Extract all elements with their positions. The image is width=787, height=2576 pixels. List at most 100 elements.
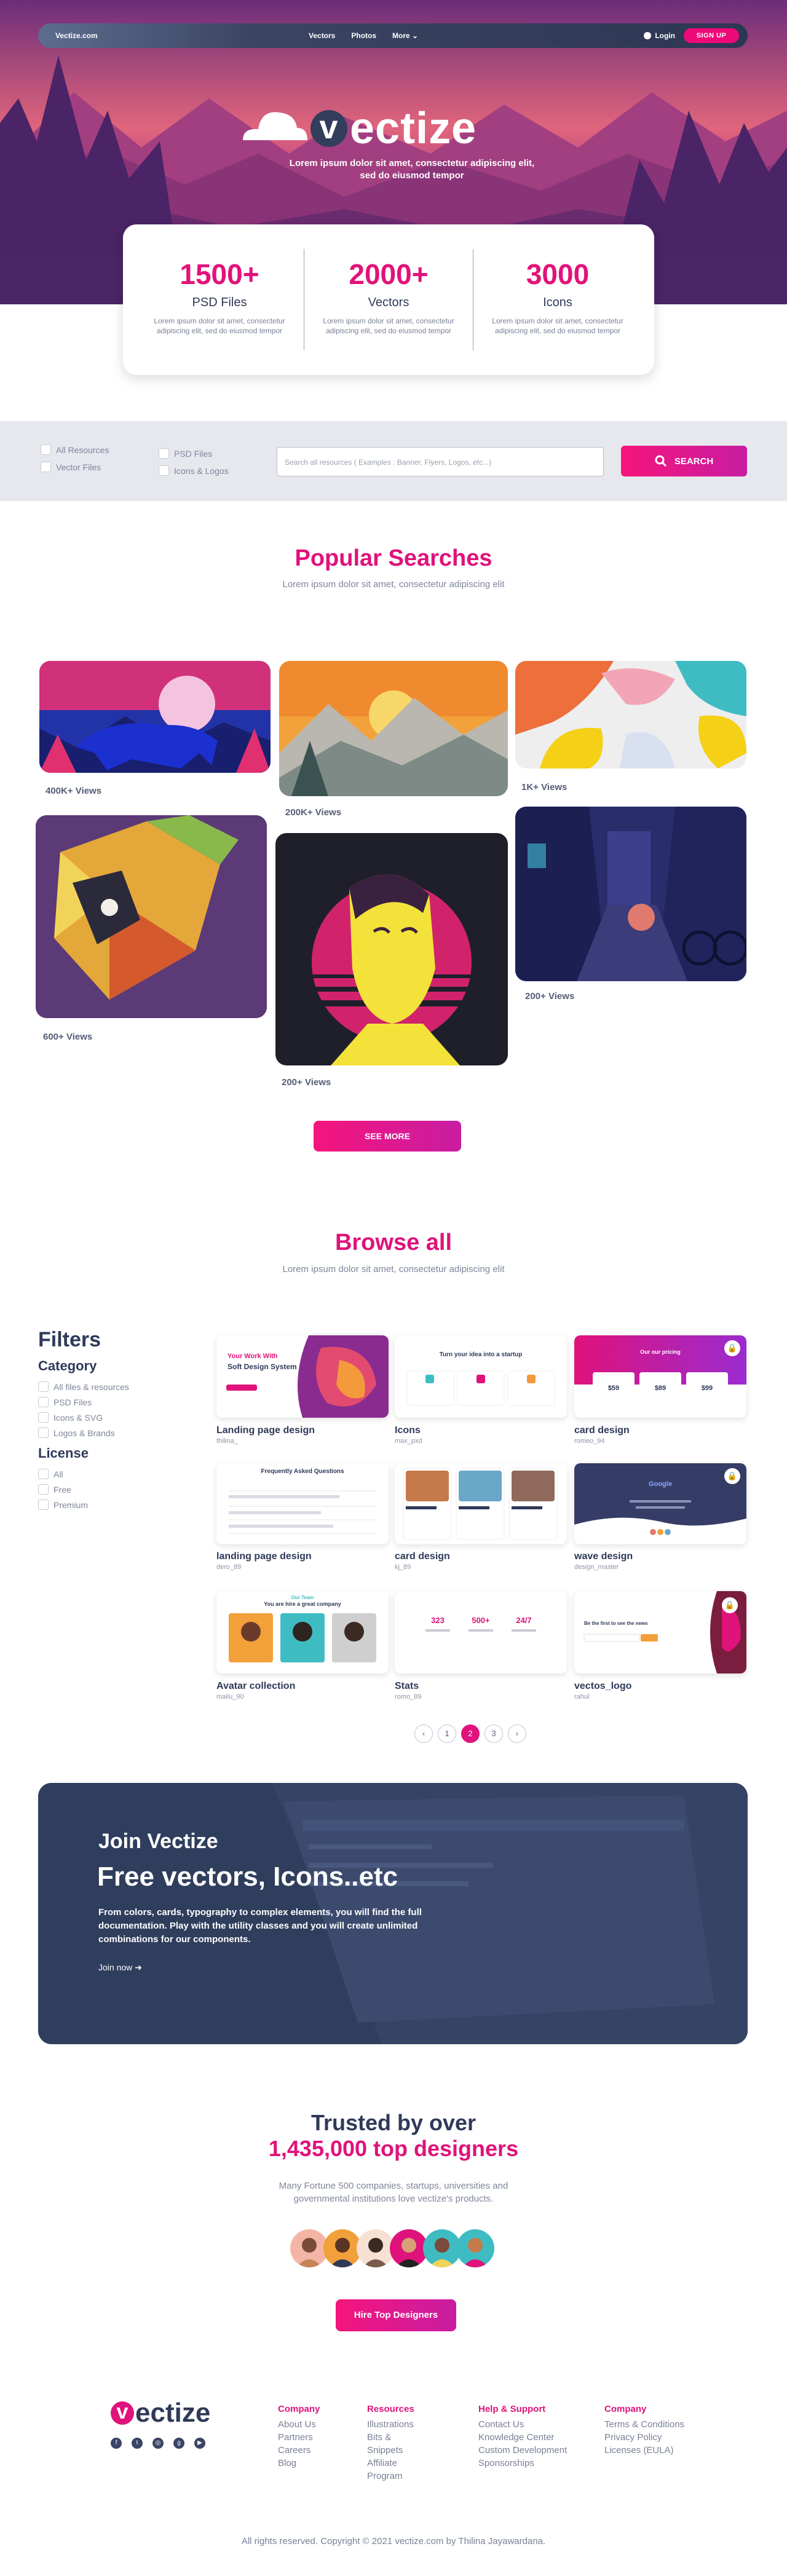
footer-link[interactable]: Affiliate bbox=[367, 2457, 414, 2470]
see-more-button[interactable]: SEE MORE bbox=[314, 1121, 461, 1152]
footer-link[interactable]: Licenses (EULA) bbox=[604, 2444, 684, 2457]
checkbox-box[interactable] bbox=[159, 465, 169, 476]
card-title[interactable]: Avatar collection bbox=[216, 1681, 295, 1692]
footer-link[interactable]: Privacy Policy bbox=[604, 2431, 684, 2444]
pagination-page-3[interactable]: 3 bbox=[484, 1725, 503, 1743]
card-thumbnail-avatars[interactable]: Our Team You are hire a great company bbox=[216, 1591, 389, 1673]
card-thumbnail-wave[interactable]: Google 🔒 bbox=[574, 1463, 746, 1544]
pagination-prev-button[interactable]: ‹ bbox=[414, 1725, 433, 1743]
card-author[interactable]: design_master bbox=[574, 1563, 619, 1571]
checkbox-box[interactable] bbox=[38, 1469, 49, 1479]
checkbox-icons-logos[interactable]: Icons & Logos bbox=[159, 465, 229, 476]
twitter-icon[interactable]: t bbox=[132, 2438, 143, 2449]
footer-link[interactable]: Bits & bbox=[367, 2431, 414, 2444]
card-thumbnail-faq[interactable]: Frequently Asked Questions bbox=[216, 1463, 389, 1544]
filter-license-free[interactable]: Free bbox=[38, 1484, 192, 1495]
card-author[interactable]: rahul bbox=[574, 1693, 589, 1701]
search-button[interactable]: SEARCH bbox=[621, 446, 747, 476]
checkbox-box[interactable] bbox=[38, 1484, 49, 1495]
card-author[interactable]: romeo_94 bbox=[574, 1437, 605, 1445]
card-author[interactable]: mailu_90 bbox=[216, 1693, 244, 1701]
checkbox-box[interactable] bbox=[159, 448, 169, 459]
card-thumbnail-stats[interactable]: 323 500+ 24/7 bbox=[395, 1591, 567, 1673]
designer-avatar[interactable] bbox=[357, 2229, 395, 2267]
popular-image-leopard[interactable] bbox=[39, 661, 271, 773]
login-label: Login bbox=[655, 31, 675, 40]
card-title[interactable]: vectos_logo bbox=[574, 1681, 631, 1692]
popular-image-woman-portrait[interactable] bbox=[275, 833, 508, 1065]
checkbox-psd-files[interactable]: PSD Files bbox=[159, 448, 212, 459]
filter-all-files[interactable]: All files & resources bbox=[38, 1381, 192, 1392]
card-thumbnail-pricing[interactable]: Our our pricing $59 $89 $99 🔒 bbox=[574, 1335, 746, 1418]
nav-link-more[interactable]: More ⌄ bbox=[392, 31, 418, 40]
card-title[interactable]: wave design bbox=[574, 1551, 633, 1562]
card-author[interactable]: kj_89 bbox=[395, 1563, 411, 1571]
card-title[interactable]: Landing page design bbox=[216, 1425, 315, 1436]
checkbox-box[interactable] bbox=[38, 1412, 49, 1423]
footer-link[interactable]: Careers bbox=[278, 2444, 320, 2457]
checkbox-box[interactable] bbox=[38, 1381, 49, 1392]
checkbox-box[interactable] bbox=[41, 444, 51, 455]
checkbox-vector-files[interactable]: Vector Files bbox=[41, 462, 101, 472]
designer-avatar[interactable] bbox=[456, 2229, 494, 2267]
footer-link[interactable]: Blog bbox=[278, 2457, 320, 2470]
pagination-next-button[interactable]: › bbox=[508, 1725, 526, 1743]
login-link[interactable]: Login bbox=[644, 31, 675, 40]
card-author[interactable]: dero_89 bbox=[216, 1563, 241, 1571]
footer-link[interactable]: Program bbox=[367, 2470, 414, 2483]
card-thumbnail-icons[interactable]: Turn your idea into a startup bbox=[395, 1335, 567, 1418]
filter-icons-svg[interactable]: Icons & SVG bbox=[38, 1412, 192, 1423]
card-title[interactable]: card design bbox=[574, 1425, 630, 1436]
pagination-page-2[interactable]: 2 bbox=[461, 1725, 480, 1743]
filter-license-all[interactable]: All bbox=[38, 1469, 192, 1479]
card-thumbnail-card-design[interactable] bbox=[395, 1463, 567, 1544]
popular-image-abstract[interactable] bbox=[515, 661, 746, 768]
popular-image-parrot[interactable] bbox=[36, 815, 267, 1018]
nav-link-vectors[interactable]: Vectors bbox=[309, 31, 335, 40]
card-title[interactable]: Icons bbox=[395, 1425, 421, 1436]
dribbble-icon[interactable]: ◎ bbox=[152, 2438, 164, 2449]
pagination-page-1[interactable]: 1 bbox=[438, 1725, 456, 1743]
signup-button[interactable]: SIGN UP bbox=[684, 28, 739, 43]
footer-link[interactable]: Knowledge Center bbox=[478, 2431, 567, 2444]
checkbox-box[interactable] bbox=[38, 1499, 49, 1510]
hire-designers-button[interactable]: Hire Top Designers bbox=[336, 2299, 456, 2331]
checkbox-all-resources[interactable]: All Resources bbox=[41, 444, 109, 455]
designer-avatar[interactable] bbox=[323, 2229, 362, 2267]
card-title[interactable]: Stats bbox=[395, 1681, 419, 1692]
search-input[interactable]: Search all resources ( Examples : Banner… bbox=[277, 447, 604, 476]
card-author[interactable]: max_pxd bbox=[395, 1437, 422, 1445]
designer-avatar[interactable] bbox=[390, 2229, 428, 2267]
footer-link[interactable]: About Us bbox=[278, 2418, 320, 2431]
card-author[interactable]: romo_89 bbox=[395, 1693, 421, 1701]
card-author[interactable]: thilina_ bbox=[216, 1437, 238, 1445]
footer-link[interactable]: Custom Development bbox=[478, 2444, 567, 2457]
filter-logos-brands[interactable]: Logos & Brands bbox=[38, 1428, 192, 1438]
footer-logo[interactable]: v ectize bbox=[111, 2398, 210, 2428]
designer-avatar[interactable] bbox=[423, 2229, 461, 2267]
join-now-link[interactable]: Join now ➔ bbox=[98, 1962, 142, 1973]
checkbox-box[interactable] bbox=[38, 1428, 49, 1438]
footer-link[interactable]: Illustrations bbox=[367, 2418, 414, 2431]
filter-psd-files[interactable]: PSD Files bbox=[38, 1397, 192, 1407]
card-thumbnail-landing-page[interactable]: Your Work With Soft Design System bbox=[216, 1335, 389, 1418]
github-icon[interactable]: g bbox=[173, 2438, 184, 2449]
popular-image-night-alley[interactable] bbox=[515, 807, 746, 981]
footer-link[interactable]: Partners bbox=[278, 2431, 320, 2444]
card-title[interactable]: landing page design bbox=[216, 1551, 312, 1562]
facebook-icon[interactable]: f bbox=[111, 2438, 122, 2449]
footer-link[interactable]: Snippets bbox=[367, 2444, 414, 2457]
popular-image-mountains[interactable] bbox=[279, 661, 508, 796]
designer-avatar[interactable] bbox=[290, 2229, 328, 2267]
nav-link-photos[interactable]: Photos bbox=[351, 31, 376, 40]
footer-link[interactable]: Terms & Conditions bbox=[604, 2418, 684, 2431]
card-thumbnail-newsletter[interactable]: Be the first to see the news 🔒 bbox=[574, 1591, 746, 1673]
checkbox-box[interactable] bbox=[41, 462, 51, 472]
filter-license-premium[interactable]: Premium bbox=[38, 1499, 192, 1510]
footer-link[interactable]: Sponsorships bbox=[478, 2457, 567, 2470]
checkbox-box[interactable] bbox=[38, 1397, 49, 1407]
footer-link[interactable]: Contact Us bbox=[478, 2418, 567, 2431]
card-title[interactable]: card design bbox=[395, 1551, 450, 1562]
nav-brand[interactable]: Vectize.com bbox=[55, 31, 98, 40]
youtube-icon[interactable]: ▶ bbox=[194, 2438, 205, 2449]
